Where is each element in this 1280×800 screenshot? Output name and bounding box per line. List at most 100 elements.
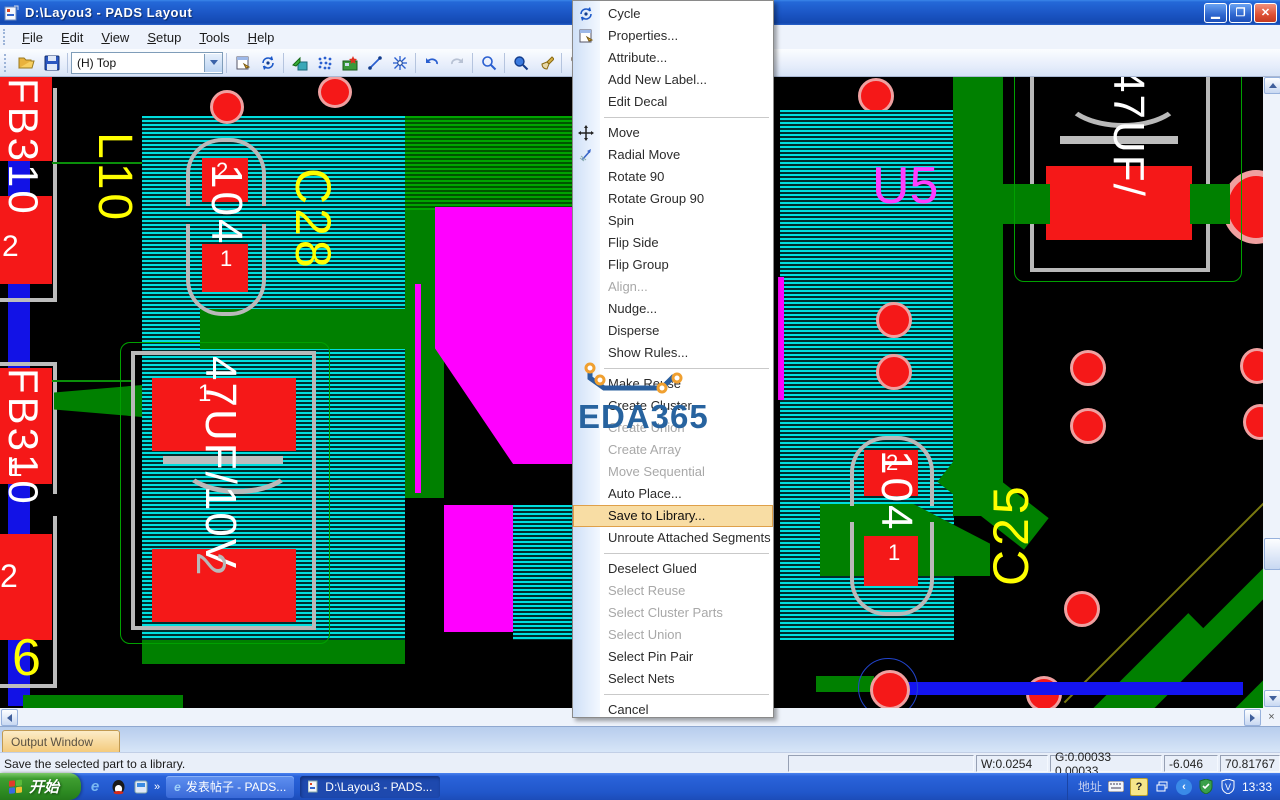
line-icon bbox=[367, 55, 383, 71]
window-switcher-icon[interactable] bbox=[1154, 779, 1170, 795]
clock[interactable]: 13:33 bbox=[1242, 780, 1272, 794]
menu-item-nudge[interactable]: Nudge... bbox=[573, 298, 773, 320]
menu-item-label: Flip Side bbox=[608, 235, 659, 250]
pcb-via[interactable] bbox=[1070, 408, 1106, 444]
menu-item-move[interactable]: Move bbox=[573, 122, 773, 144]
menu-item-label: Select Pin Pair bbox=[608, 649, 694, 664]
menu-item-deselect-glued[interactable]: Deselect Glued bbox=[573, 558, 773, 580]
magnifier-icon bbox=[481, 55, 497, 71]
svg-text:V: V bbox=[1225, 782, 1231, 792]
menu-item-spin[interactable]: Spin bbox=[573, 210, 773, 232]
menu-item-unroute-attached-segments[interactable]: Unroute Attached Segments bbox=[573, 527, 773, 549]
menu-item-auto-place[interactable]: Auto Place... bbox=[573, 483, 773, 505]
restore-button[interactable]: ❐ bbox=[1229, 2, 1252, 23]
menu-help[interactable]: Help bbox=[239, 27, 284, 48]
taskbar-button-pads[interactable]: D:\Layou3 - PADS... bbox=[300, 775, 441, 798]
layer-combobox[interactable]: (H) Top bbox=[71, 51, 223, 74]
menu-edit[interactable]: Edit bbox=[52, 27, 92, 48]
menu-item-properties[interactable]: Properties... bbox=[573, 25, 773, 47]
pcb-via[interactable] bbox=[858, 78, 894, 114]
undo-button[interactable] bbox=[419, 51, 444, 75]
cycle-button[interactable] bbox=[255, 51, 280, 75]
design-toolbar-button[interactable] bbox=[312, 51, 337, 75]
toolbar-grip bbox=[3, 29, 9, 45]
taskbar-button-label: 发表帖子 - PADS... bbox=[185, 780, 287, 794]
menu-item-disperse[interactable]: Disperse bbox=[573, 320, 773, 342]
menu-item-edit-decal[interactable]: Edit Decal bbox=[573, 91, 773, 113]
pin-number: 2 bbox=[2, 230, 19, 263]
menu-item-label: Select Reuse bbox=[608, 583, 686, 598]
drafting-toolbar-button[interactable] bbox=[287, 51, 312, 75]
combobox-dropdown-button[interactable] bbox=[204, 53, 222, 72]
pcb-outline-segment bbox=[53, 88, 57, 302]
selection-highlight-shape[interactable] bbox=[444, 505, 513, 632]
menu-item-cancel[interactable]: Cancel bbox=[573, 699, 773, 721]
menu-file[interactable]: File bbox=[13, 27, 52, 48]
status-field-empty bbox=[788, 755, 974, 772]
quicklaunch-chevron-icon[interactable]: » bbox=[154, 781, 160, 793]
shield-v-icon[interactable]: V bbox=[1220, 779, 1236, 795]
menu-item-label: Flip Group bbox=[608, 257, 669, 272]
dimension-toolbar-button[interactable] bbox=[362, 51, 387, 75]
menu-item-add-new-label[interactable]: Add New Label... bbox=[573, 69, 773, 91]
pcb-via[interactable] bbox=[1064, 591, 1100, 627]
silk-label: FB310 bbox=[0, 78, 47, 217]
open-folder-icon bbox=[17, 55, 36, 71]
pcb-via[interactable] bbox=[1070, 350, 1106, 386]
close-button[interactable]: ✕ bbox=[1254, 2, 1277, 23]
panel-close-icon[interactable]: × bbox=[1263, 708, 1280, 726]
menu-view[interactable]: View bbox=[92, 27, 138, 48]
open-button[interactable] bbox=[14, 51, 39, 75]
address-band-label[interactable]: 地址 bbox=[1078, 778, 1102, 795]
menu-item-cycle[interactable]: Cycle bbox=[573, 3, 773, 25]
menu-item-flip-side[interactable]: Flip Side bbox=[573, 232, 773, 254]
ecc-toolbar-button[interactable] bbox=[387, 51, 412, 75]
taskbar-button-browser[interactable]: e 发表帖子 - PADS... bbox=[166, 775, 295, 798]
taskbar-button-label: D:\Layou3 - PADS... bbox=[325, 779, 433, 794]
menu-item-rotate-group-90[interactable]: Rotate Group 90 bbox=[573, 188, 773, 210]
silk-label: FB310 bbox=[0, 368, 47, 507]
menu-item-flip-group[interactable]: Flip Group bbox=[573, 254, 773, 276]
pcb-via[interactable] bbox=[876, 354, 912, 390]
menu-setup[interactable]: Setup bbox=[138, 27, 190, 48]
menu-tools[interactable]: Tools bbox=[190, 27, 238, 48]
ie-quicklaunch-icon[interactable]: e bbox=[86, 778, 104, 796]
collapse-tray-icon[interactable]: ‹ bbox=[1175, 778, 1192, 795]
start-label: 开始 bbox=[29, 779, 60, 796]
menu-item-label: Select Cluster Parts bbox=[608, 605, 723, 620]
move-icon bbox=[578, 125, 594, 141]
pin-number: 2 bbox=[0, 558, 18, 594]
menu-item-rotate-90[interactable]: Rotate 90 bbox=[573, 166, 773, 188]
app-quicklaunch-icon[interactable] bbox=[132, 778, 150, 796]
menu-item-select-pin-pair[interactable]: Select Pin Pair bbox=[573, 646, 773, 668]
scroll-up-button[interactable] bbox=[1264, 77, 1280, 94]
menu-item-radial-move[interactable]: Radial Move bbox=[573, 144, 773, 166]
save-button[interactable] bbox=[39, 51, 64, 75]
status-field-width: W:0.0254 bbox=[976, 755, 1048, 772]
menu-item-select-nets[interactable]: Select Nets bbox=[573, 668, 773, 690]
scroll-down-button[interactable] bbox=[1264, 690, 1280, 707]
minimize-button[interactable]: ▁ bbox=[1204, 2, 1227, 23]
pcb-via[interactable] bbox=[318, 76, 352, 108]
board-toolbar-button[interactable] bbox=[337, 51, 362, 75]
cleanup-button[interactable] bbox=[533, 51, 558, 75]
keyboard-icon[interactable] bbox=[1107, 779, 1124, 795]
help-tray-icon[interactable]: ? bbox=[1129, 777, 1148, 796]
zoom-button[interactable] bbox=[476, 51, 501, 75]
properties-button[interactable] bbox=[230, 51, 255, 75]
shield-check-icon[interactable] bbox=[1198, 779, 1214, 795]
tab-output-window[interactable]: Output Window bbox=[2, 730, 120, 753]
pcb-via[interactable] bbox=[210, 90, 244, 124]
board-zoom-button[interactable] bbox=[508, 51, 533, 75]
scroll-left-button[interactable] bbox=[1, 709, 18, 726]
pcb-via[interactable] bbox=[876, 302, 912, 338]
vertical-scroll-thumb[interactable] bbox=[1264, 538, 1280, 570]
start-button[interactable]: 开始 bbox=[0, 773, 82, 800]
menu-item-attribute[interactable]: Attribute... bbox=[573, 47, 773, 69]
menu-item-save-to-library[interactable]: Save to Library... bbox=[573, 505, 773, 527]
redo-button[interactable] bbox=[444, 51, 469, 75]
scroll-right-button[interactable] bbox=[1244, 709, 1261, 726]
qq-quicklaunch-icon[interactable] bbox=[109, 778, 127, 796]
selection-highlight-shape[interactable] bbox=[435, 207, 572, 464]
vertical-scrollbar[interactable] bbox=[1263, 76, 1280, 708]
